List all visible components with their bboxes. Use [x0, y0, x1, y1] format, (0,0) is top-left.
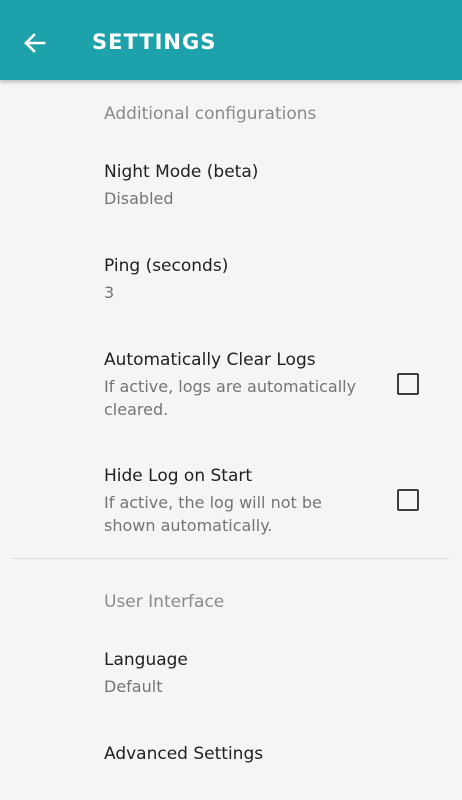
settings-list: Additional configurations Night Mode (be… — [0, 80, 462, 800]
hide-log-checkbox[interactable] — [397, 489, 419, 511]
pref-ping-seconds[interactable]: Ping (seconds) 3 — [0, 244, 462, 322]
pref-auto-clear-logs[interactable]: Automatically Clear Logs If active, logs… — [0, 338, 462, 434]
app-toolbar: Settings — [0, 0, 462, 80]
pref-title: Language — [104, 650, 188, 670]
pref-advanced-settings[interactable]: Advanced Settings — [0, 732, 462, 792]
pref-title: Hide Log on Start — [104, 466, 253, 486]
auto-clear-logs-checkbox[interactable] — [397, 373, 419, 395]
page-title: Settings — [92, 30, 217, 54]
pref-summary: Default — [104, 677, 163, 696]
pref-summary: If active, logs are automatically cleare… — [104, 377, 357, 419]
pref-summary: If active, the log will not be shown aut… — [104, 493, 322, 535]
pref-title: Advanced Settings — [104, 744, 264, 764]
pref-hide-log-on-start[interactable]: Hide Log on Start If active, the log wil… — [0, 454, 462, 550]
section-divider — [12, 558, 449, 559]
pref-title: Ping (seconds) — [104, 256, 229, 276]
section-header-additional-configurations: Additional configurations — [104, 104, 317, 124]
arrow-left-icon — [24, 33, 46, 53]
pref-night-mode[interactable]: Night Mode (beta) Disabled — [0, 150, 462, 228]
pref-summary: Disabled — [104, 189, 174, 208]
section-header-user-interface: User Interface — [104, 592, 225, 612]
back-button[interactable] — [20, 28, 50, 58]
pref-language[interactable]: Language Default — [0, 638, 462, 716]
pref-summary: 3 — [104, 283, 115, 302]
pref-title: Automatically Clear Logs — [104, 350, 316, 370]
pref-title: Night Mode (beta) — [104, 162, 259, 182]
